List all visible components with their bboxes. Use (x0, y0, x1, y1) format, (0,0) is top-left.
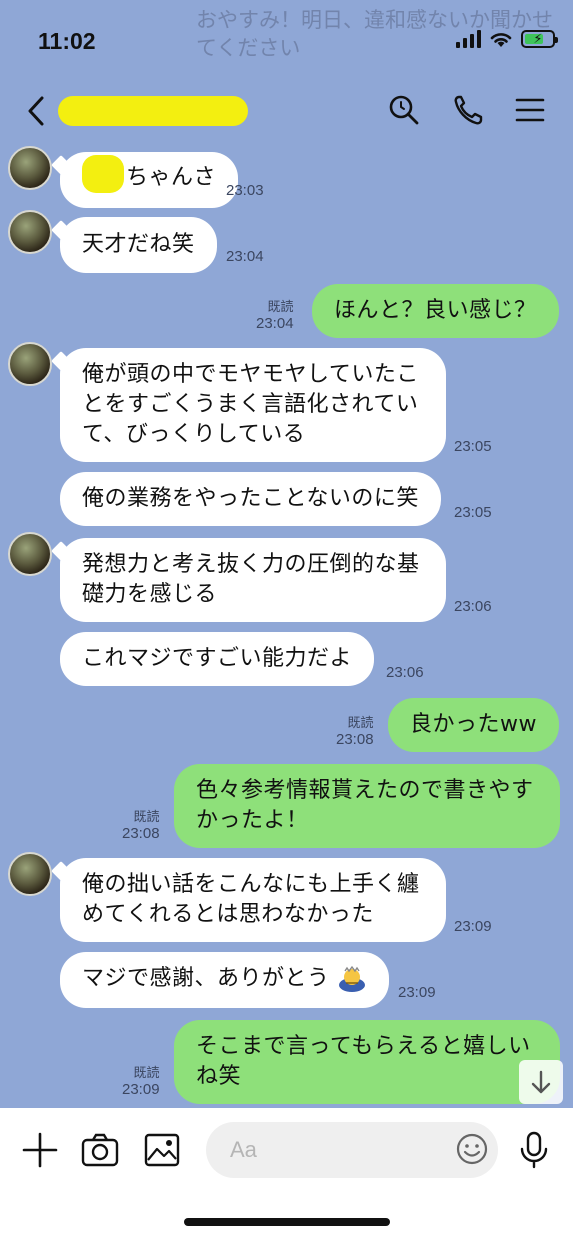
message-time: 23:04 (226, 248, 264, 265)
chat-header (0, 80, 573, 142)
message-bubble-incoming[interactable]: 俺が頭の中でモヤモヤしていたこ とをすごくうまく言語化されてい て、びっくりして… (60, 348, 446, 462)
message-bubble-outgoing[interactable]: 色々参考情報貰えたので書きやす かったよ！ (174, 764, 560, 848)
wifi-icon (490, 33, 512, 47)
signal-icon (456, 30, 481, 48)
read-receipt: 既読 23:08 (336, 716, 374, 748)
avatar[interactable] (8, 146, 52, 190)
read-receipt: 既読 23:09 (122, 1066, 160, 1098)
message-bubble-incoming[interactable]: これマジですごい能力だよ (60, 632, 375, 686)
message-bubble-incoming[interactable]: 発想力と考え抜く力の圧倒的な基 礎力を感じる (60, 538, 446, 622)
message-time: 23:06 (454, 598, 492, 615)
message-text: これマジですごい能力だよ (82, 646, 353, 671)
message-bubble-outgoing[interactable]: 良かったww (388, 698, 559, 752)
redacted-name (82, 155, 124, 193)
message-bubble-outgoing[interactable]: ほんと？良い感じ？ (312, 284, 559, 338)
message-text-line: 発想力と考え抜く力の圧倒的な基 (82, 552, 420, 577)
smiley-icon[interactable] (455, 1132, 489, 1166)
message-text: ちゃんさ (126, 165, 217, 190)
camera-icon[interactable] (80, 1130, 120, 1170)
back-icon[interactable] (22, 94, 52, 128)
message-time: 23:09 (398, 984, 436, 1001)
message-time: 23:05 (454, 438, 492, 455)
chat-area[interactable]: ちゃんさ 23:03 天才だね笑 23:04 既読 23:04 ほんと？良い感じ？… (0, 142, 573, 1108)
phone-icon[interactable] (450, 92, 486, 128)
message-time: 23:05 (454, 504, 492, 521)
message-text-line: 礎力を感じる (82, 582, 218, 607)
message-text-line: ね笑 (196, 1064, 242, 1089)
scroll-to-bottom-button[interactable] (519, 1060, 563, 1104)
message-text: 天才だね笑 (82, 232, 195, 257)
message-time: 23:06 (386, 664, 424, 681)
message-bubble-incoming[interactable]: 俺の拙い話をこんなにも上手く纏 めてくれるとは思わなかった (60, 858, 446, 942)
message-text: 良かったww (410, 712, 537, 737)
message-time: 23:09 (454, 918, 492, 935)
read-receipt: 既読 23:04 (256, 300, 294, 332)
chat-title-redacted (58, 96, 248, 126)
message-text-line: そこまで言ってもらえると嬉しい (196, 1034, 531, 1059)
status-time: 11:02 (38, 28, 96, 54)
avatar[interactable] (8, 210, 52, 254)
message-bubble-incoming[interactable]: 俺の業務をやったことないのに笑 (60, 472, 441, 526)
bowing-person-emoji-icon (339, 965, 366, 992)
battery-icon: ⚡ (521, 30, 558, 48)
message-bubble-incoming[interactable]: マジで感謝、ありがとう (60, 952, 390, 1008)
read-receipt: 既読 23:08 (122, 810, 160, 842)
message-text-line: めてくれるとは思わなかった (82, 902, 374, 927)
message-time: 23:03 (226, 182, 264, 199)
menu-icon[interactable] (512, 92, 548, 128)
message-text-line: て、びっくりしている (82, 422, 306, 447)
status-icons: ⚡ (456, 30, 558, 48)
message-text-line: 色々参考情報貰えたので書きやす (196, 778, 534, 803)
message-bubble-incoming[interactable]: 天才だね笑 (60, 217, 217, 273)
search-icon[interactable] (386, 92, 422, 128)
avatar[interactable] (8, 852, 52, 896)
message-text: 俺の業務をやったことないのに笑 (82, 486, 419, 511)
mic-icon[interactable] (514, 1130, 554, 1170)
avatar[interactable] (8, 532, 52, 576)
message-text-line: かったよ！ (196, 808, 309, 833)
arrow-down-icon (531, 1070, 551, 1094)
message-text-line: 俺の拙い話をこんなにも上手く纏 (82, 872, 420, 897)
home-indicator (184, 1218, 390, 1226)
status-bar: 11:02 おやすみ！明日、違和感ないか聞かせてください ⚡ (0, 0, 573, 80)
message-text-line: とをすごくうまく言語化されてい (82, 392, 419, 417)
message-bubble-outgoing[interactable]: そこまで言ってもらえると嬉しい ね笑 (174, 1020, 560, 1104)
message-bubble-incoming[interactable]: ちゃんさ (60, 152, 239, 208)
message-text: マジで感謝、ありがとう (82, 966, 330, 991)
message-text: ほんと？良い感じ？ (334, 298, 537, 323)
plus-icon[interactable] (20, 1130, 60, 1170)
avatar[interactable] (8, 342, 52, 386)
message-text-line: 俺が頭の中でモヤモヤしていたこ (82, 362, 419, 387)
image-icon[interactable] (142, 1130, 182, 1170)
